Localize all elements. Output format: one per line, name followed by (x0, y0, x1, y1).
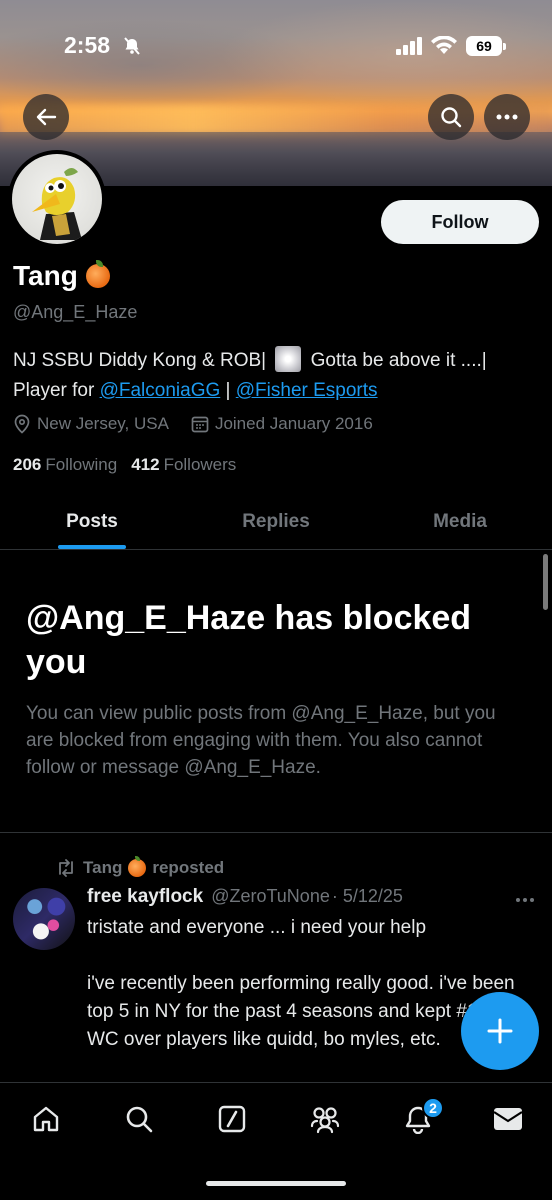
tangerine-emoji-icon (85, 260, 110, 288)
bio-link-falconia[interactable]: @FalconiaGG (100, 380, 221, 401)
post-author-handle[interactable]: @ZeroTuNone (211, 886, 330, 907)
post-author-name[interactable]: free kayflock (87, 886, 203, 908)
post-text[interactable]: tristate and everyone ... i need your he… (87, 914, 517, 1054)
repost-user[interactable]: Tang (83, 858, 122, 878)
home-icon (33, 1106, 59, 1132)
profile-handle: @Ang_E_Haze (13, 302, 138, 322)
search-button[interactable] (428, 94, 474, 140)
post-header: free kayflock @ZeroTuNone · 5/12/25 (87, 886, 403, 908)
bio-separator: | (225, 380, 231, 401)
post-date: · 5/12/25 (331, 886, 403, 906)
repost-indicator: Tang reposted (55, 856, 225, 878)
plus-icon (487, 1018, 513, 1044)
location-icon (14, 414, 30, 434)
follow-button[interactable]: Follow (381, 200, 539, 244)
bio-player-for: Player for (13, 380, 95, 401)
repost-label: reposted (152, 858, 225, 877)
bio-text-prefix: NJ SSBU Diddy Kong & ROB| (13, 350, 267, 371)
back-button[interactable] (23, 94, 69, 140)
grok-icon (218, 1105, 246, 1133)
status-bar: 2:58 69 (0, 30, 552, 64)
tab-replies[interactable]: Replies (184, 495, 368, 549)
blocked-title: @Ang_E_Haze has blocked you (26, 599, 472, 681)
notifications-badge: 2 (422, 1097, 444, 1119)
following-count: 206 (13, 455, 42, 474)
compose-post-button[interactable] (461, 992, 539, 1070)
calendar-icon (191, 416, 209, 433)
search-icon (126, 1106, 153, 1133)
back-arrow-icon (36, 108, 57, 126)
white-square-emoji-icon (275, 346, 302, 372)
joined-date: Joined January 2016 (191, 414, 373, 434)
more-icon (496, 114, 518, 120)
profile-display-name: Tang (13, 260, 78, 291)
repost-icon (59, 859, 73, 877)
followers-count: 412 (131, 455, 160, 474)
silent-bell-icon (124, 37, 140, 55)
tab-posts[interactable]: Posts (0, 495, 184, 549)
post-more-button[interactable] (515, 886, 535, 909)
home-indicator[interactable] (206, 1181, 346, 1186)
divider (0, 832, 552, 833)
more-icon (516, 898, 534, 902)
tab-media[interactable]: Media (368, 495, 552, 549)
profile-tabs: Posts Replies Media (0, 495, 552, 550)
location-text: New Jersey, USA (37, 414, 169, 433)
bio-text-middle: Gotta be above it ....| (310, 350, 487, 371)
profile-meta: New Jersey, USA Joined January 2016 (13, 414, 373, 434)
profile-name: Tang (13, 260, 110, 292)
more-options-button[interactable] (484, 94, 530, 140)
joined-text: Joined January 2016 (214, 414, 373, 433)
profile-bio: NJ SSBU Diddy Kong & ROB| Gotta be above… (13, 346, 543, 406)
location: New Jersey, USA (13, 414, 169, 434)
follow-stats: 206 Following 412 Followers (13, 455, 236, 475)
nav-search[interactable] (123, 1103, 155, 1135)
followers-link[interactable]: 412 Followers (131, 455, 236, 475)
following-link[interactable]: 206 Following (13, 455, 117, 475)
battery-indicator: 69 (466, 36, 506, 56)
nav-communities[interactable] (309, 1103, 341, 1135)
following-label: Following (45, 455, 118, 474)
profile-avatar[interactable] (8, 150, 106, 248)
cellular-signal-icon (396, 37, 422, 55)
tangerine-emoji-icon (128, 856, 147, 877)
bio-link-fisher[interactable]: @Fisher Esports (236, 380, 378, 401)
blocked-message: You can view public posts from @Ang_E_Ha… (26, 703, 496, 778)
status-time: 2:58 (64, 32, 111, 58)
avatar-image (32, 168, 82, 240)
followers-label: Followers (163, 455, 237, 474)
nav-grok[interactable] (216, 1103, 248, 1135)
wifi-icon (431, 36, 457, 54)
search-icon (441, 107, 462, 128)
scrollbar[interactable] (543, 554, 548, 610)
mail-icon (493, 1108, 523, 1130)
nav-home[interactable] (30, 1103, 62, 1135)
post-author-avatar[interactable] (13, 888, 75, 950)
communities-icon (310, 1107, 340, 1134)
nav-messages[interactable] (492, 1103, 524, 1135)
